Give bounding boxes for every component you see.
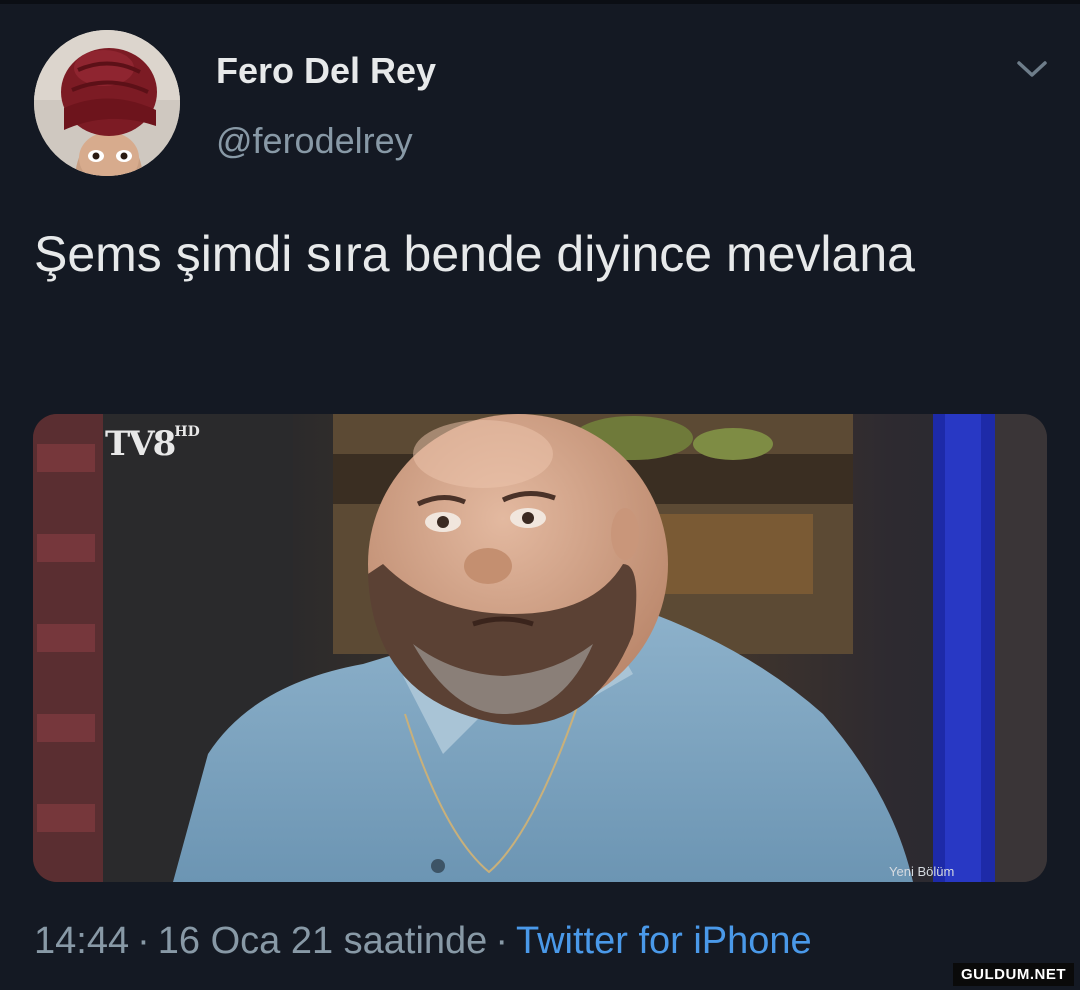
separator: · — [137, 920, 150, 962]
chevron-down-icon[interactable] — [1014, 54, 1050, 84]
channel-logo-suffix: HD — [174, 424, 200, 440]
user-handle[interactable]: @ferodelrey — [216, 120, 413, 162]
tweet-media[interactable]: TV8HD Yeni Bölüm — [33, 414, 1047, 882]
display-name[interactable]: Fero Del Rey — [216, 50, 436, 92]
watermark: GULDUM.NET — [953, 963, 1074, 986]
tweet-source-link[interactable]: Twitter for iPhone — [516, 920, 812, 962]
avatar-turban-icon — [34, 30, 180, 176]
tweet-time[interactable]: 14:44 — [34, 920, 129, 962]
avatar[interactable] — [34, 30, 180, 176]
media-image — [33, 414, 1047, 882]
separator: · — [495, 920, 508, 962]
tweet-meta: 14:44 · 16 Oca 21 saatinde · Twitter for iPh… — [34, 920, 812, 963]
channel-logo-text: TV8 — [105, 424, 176, 464]
top-bar — [0, 0, 1080, 4]
media-caption: Yeni Bölüm — [889, 864, 955, 879]
tweet-text: Şems şimdi sıra bende diyince mevlana — [34, 226, 915, 282]
tweet-date[interactable]: 16 Oca 21 saatinde — [158, 920, 488, 962]
channel-logo: TV8HD — [105, 424, 200, 464]
